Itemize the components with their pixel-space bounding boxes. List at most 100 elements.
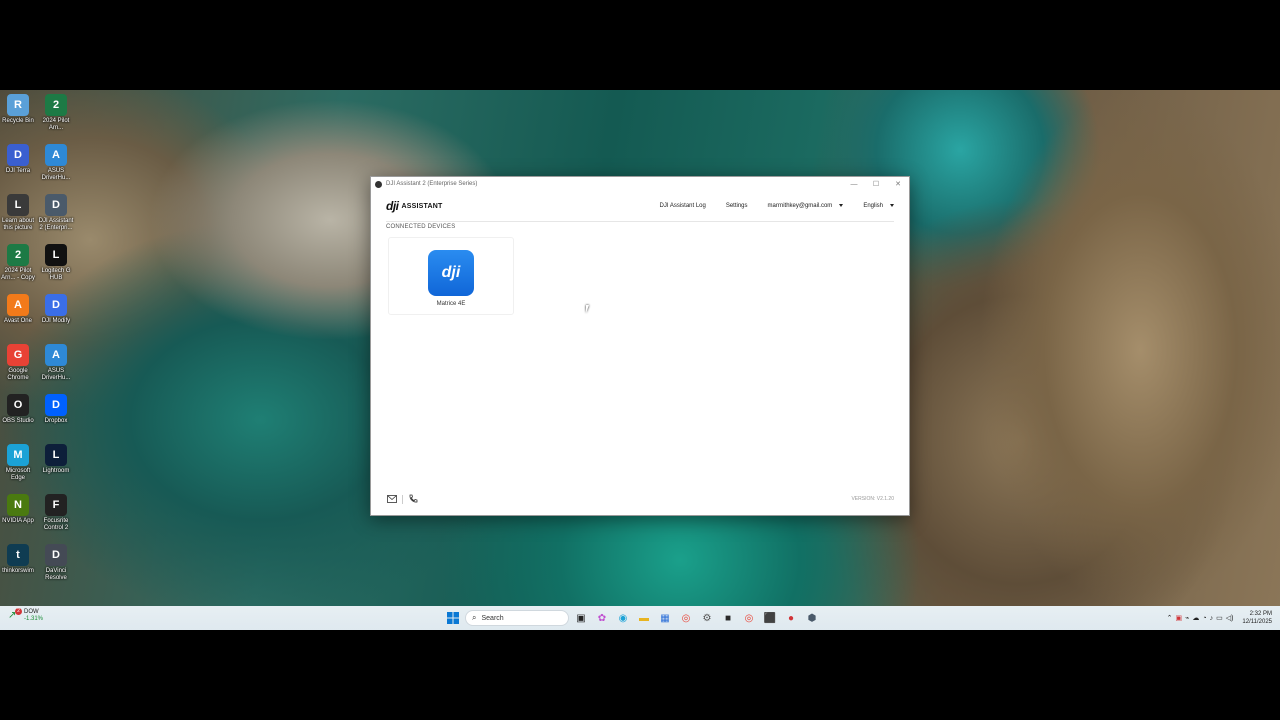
desktop-icon[interactable]: L Lightroom [37,444,75,475]
dji-assistant-window: DJI Assistant 2 (Enterprise Series) — ☐ … [370,176,910,516]
desktop-icon[interactable]: D DJI Modify [37,294,75,325]
mic-icon[interactable]: ♪ [1210,615,1214,622]
desktop-icon[interactable]: D DJI Terra [0,144,37,175]
asus-icon: A [45,144,67,166]
chevron-up-icon[interactable]: ⌃ [1167,614,1173,622]
desktop-icon[interactable]: L Logitech G HUB [37,244,75,282]
chevron-down-icon [839,203,844,207]
dji-terra-icon: D [7,144,29,166]
mouse-cursor [586,305,592,313]
desktop-icon[interactable]: F Focusrite Control 2 [37,494,75,532]
version-label: VERSION: V2.1.20 [851,496,894,502]
chrome-icon: G [7,344,29,366]
clock-date: 12/11/2025 [1242,619,1272,625]
avast-icon: A [7,294,29,316]
desktop-icon[interactable]: G Google Chrome [0,344,37,382]
focusrite-icon: F [45,494,67,516]
desktop-icon[interactable]: A ASUS DriverHu... [37,344,75,382]
desktop-icon-label: 2024 Pilot Arn... - Copy [1,268,35,281]
settings-gear-icon[interactable]: ⚙ [698,609,716,627]
file-explorer-icon[interactable]: ▬ [635,609,653,627]
desktop-icon-label: ASUS DriverHu... [41,168,71,181]
stock-widget[interactable]: ↗ 2 DOW -1.31% [8,608,44,623]
desktop-icon[interactable]: D DJI Assistant 2 (Enterpri... [37,194,75,232]
language-dropdown[interactable]: English [863,203,894,209]
window-title: DJI Assistant 2 (Enterprise Series) [386,181,478,187]
desktop-icon[interactable]: t thinkorswim [0,544,37,575]
maximize-button[interactable]: ☐ [865,177,887,191]
desktop-icon[interactable]: R Recycle Bin [0,94,37,125]
dropbox-icon: D [45,394,67,416]
desktop-icon-label: Avast One [4,318,32,324]
device-name: Matrice 4E [436,301,466,307]
ticker-change: -1.31% [24,616,44,622]
desktop-icon[interactable]: A ASUS DriverHu... [37,144,75,182]
desktop-icon-label: Recycle Bin [2,118,34,124]
title-bar[interactable]: DJI Assistant 2 (Enterprise Series) — ☐ … [371,177,909,191]
system-tray: ⌃ ▣ ⌁ ☁ ◔ ♪ ▭ ◁) 2:32 PM 12/11/2025 [1167,608,1272,628]
edge-icon: M [7,444,29,466]
notification-badge: 2 [15,608,22,615]
section-title: CONNECTED DEVICES [386,224,456,230]
recording-icon[interactable]: ● [782,609,800,627]
edge-icon[interactable]: ◉ [614,609,632,627]
assistant-log-link[interactable]: DJI Assistant Log [659,203,705,209]
desktop-icon-label: Microsoft Edge [5,468,31,481]
footer-separator [402,494,403,504]
display-icon[interactable]: ▭ [1216,614,1223,622]
dji-assistant-taskbar-icon[interactable]: ⬢ [803,609,821,627]
app-footer: VERSION: V2.1.20 [386,493,894,505]
thinkorswim-icon: t [7,544,29,566]
taskbar: ↗ 2 DOW -1.31% ⌕ Search ▣ ✿ ◉ ▬ ▦ ◎ ⚙ ■ ◎… [0,606,1280,630]
desktop-icon[interactable]: O OBS Studio [0,394,37,425]
excel-icon: 2 [45,94,67,116]
tray-app-icon[interactable]: ▣ [1175,614,1182,622]
mail-icon[interactable] [386,494,398,504]
desktop-icon[interactable]: M Microsoft Edge [0,444,37,482]
taskbar-center: ⌕ Search ▣ ✿ ◉ ▬ ▦ ◎ ⚙ ■ ◎ ⬛ ● ⬢ [444,608,821,628]
davinci-icon: D [45,544,67,566]
desktop-icon-label: thinkorswim [2,568,34,574]
recycle-bin-icon: R [7,94,29,116]
settings-link[interactable]: Settings [726,203,748,209]
desktop-icon-label: OBS Studio [2,418,34,424]
language-label: English [863,203,883,209]
app-icon [375,180,382,188]
task-view-icon[interactable]: ▣ [572,609,590,627]
chrome-alt-icon[interactable]: ◎ [740,609,758,627]
account-dropdown[interactable]: marrnithkey@gmail.com [768,203,844,209]
desktop-icon[interactable]: D Dropbox [37,394,75,425]
desktop-icon-label: Learn about this picture [1,218,35,231]
taskbar-search[interactable]: ⌕ Search [465,610,569,626]
network-icon[interactable]: ⌁ [1185,614,1189,622]
lightroom-icon: L [45,444,67,466]
desktop-icon-label: DJI Modify [41,318,71,324]
search-placeholder: Search [481,614,504,622]
terminal-icon[interactable]: ■ [719,609,737,627]
desktop-icon[interactable]: 2 2024 Pilot Arn... [37,94,75,132]
close-button[interactable]: ✕ [887,177,909,191]
desktop-icon[interactable]: D DaVinci Resolve [37,544,75,582]
desktop-icon[interactable]: L Learn about this picture [0,194,37,232]
device-card[interactable]: dji Matrice 4E [388,237,514,315]
phone-icon[interactable] [407,494,419,504]
minimize-button[interactable]: — [843,177,865,191]
store-icon[interactable]: ▦ [656,609,674,627]
chrome-icon[interactable]: ◎ [677,609,695,627]
capture-icon[interactable]: ⬛ [761,609,779,627]
desktop-icon[interactable]: A Avast One [0,294,37,325]
dji-assistant-logo: dji ASSISTANT [386,199,442,213]
desktop-icon-label: DJI Terra [5,168,31,174]
clock[interactable]: 2:32 PM 12/11/2025 [1242,610,1272,626]
desktop-icon[interactable]: 2 2024 Pilot Arn... - Copy [0,244,37,282]
cloud-icon[interactable]: ☁ [1192,614,1199,622]
copilot-icon[interactable]: ✿ [593,609,611,627]
windows-start-icon[interactable] [444,609,462,627]
clock-time: 2:32 PM [1249,611,1272,617]
volume-icon[interactable]: ◁) [1226,614,1234,622]
desktop-icon[interactable]: N NVIDIA App [0,494,37,525]
desktop-icon-label: Dropbox [44,418,68,424]
desktop-icon-label: Lightroom [42,468,70,474]
header-nav: DJI Assistant Log Settings marrnithkey@g… [639,203,894,209]
wifi-icon[interactable]: ◔ [1202,615,1206,622]
